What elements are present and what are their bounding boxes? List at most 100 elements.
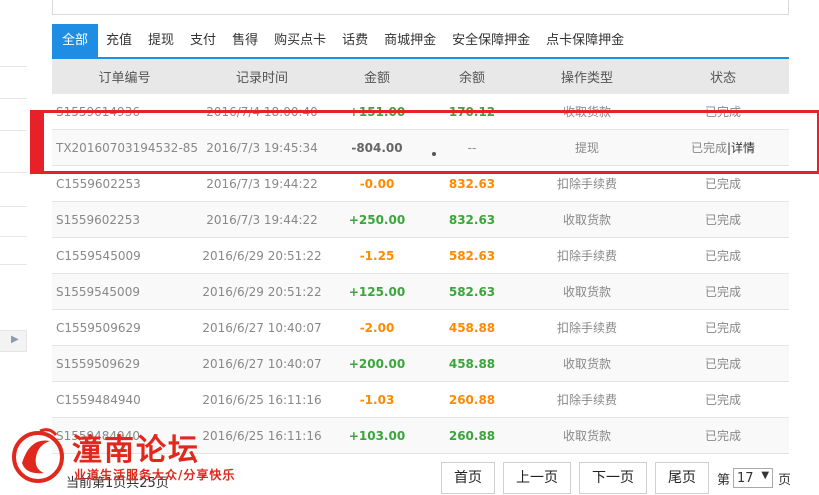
balance: 458.88 bbox=[448, 356, 496, 371]
amount: -0.00 bbox=[359, 176, 395, 191]
watermark-subtitle: 业道生活服务大众/分享快乐 bbox=[74, 468, 236, 482]
prev-page-button[interactable]: 上一页 bbox=[503, 462, 571, 494]
balance: 260.88 bbox=[448, 428, 496, 443]
pagination: 首页 上一页 下一页 尾页 第 17 ▼ 页 bbox=[441, 462, 794, 494]
transaction-table: 订单编号 记录时间 金额 余额 操作类型 状态 S1559614936 2016… bbox=[52, 59, 789, 454]
tab-withdraw[interactable]: 提现 bbox=[140, 24, 182, 57]
order-id: C1559509629 bbox=[56, 320, 141, 335]
table-row: S1559602253 2016/7/3 19:44:22 +250.00 83… bbox=[52, 202, 789, 238]
amount: -1.25 bbox=[359, 248, 395, 263]
order-id: TX20160703194532-85419 bbox=[56, 140, 197, 155]
operation-type: 收取货款 bbox=[562, 285, 611, 299]
sidebar-divider bbox=[0, 206, 27, 207]
tab-security-deposit[interactable]: 安全保障押金 bbox=[444, 24, 538, 57]
header-balance: 余额 bbox=[458, 71, 485, 86]
amount: +125.00 bbox=[348, 284, 406, 299]
next-page-button[interactable]: 下一页 bbox=[579, 462, 647, 494]
amount: -2.00 bbox=[359, 320, 395, 335]
operation-type: 扣除手续费 bbox=[556, 177, 617, 191]
page-select[interactable]: 17 ▼ bbox=[733, 468, 774, 488]
balance: 458.88 bbox=[448, 320, 496, 335]
record-time: 2016/7/3 19:44:22 bbox=[206, 212, 318, 227]
cursor-dot bbox=[432, 152, 436, 156]
record-time: 2016/6/27 10:40:07 bbox=[202, 356, 322, 371]
sidebar-divider bbox=[0, 172, 27, 173]
sidebar-divider bbox=[0, 66, 27, 67]
status: 已完成 bbox=[704, 177, 741, 191]
tab-mall-deposit[interactable]: 商城押金 bbox=[376, 24, 444, 57]
balance: 582.63 bbox=[448, 284, 496, 299]
status: 已完成 bbox=[704, 393, 741, 407]
header-status: 状态 bbox=[709, 71, 736, 86]
tab-all[interactable]: 全部 bbox=[52, 24, 99, 57]
header-type: 操作类型 bbox=[560, 71, 613, 86]
amount: -1.03 bbox=[359, 392, 395, 407]
balance: -- bbox=[467, 140, 477, 155]
first-page-button[interactable]: 首页 bbox=[441, 462, 495, 494]
chevron-down-icon: ▼ bbox=[761, 470, 770, 481]
amount: -804.00 bbox=[351, 140, 403, 155]
order-id: S1559602253 bbox=[56, 212, 140, 227]
operation-type: 提现 bbox=[574, 141, 599, 155]
table-row: S1559509629 2016/6/27 10:40:07 +200.00 4… bbox=[52, 346, 789, 382]
order-id: S1559545009 bbox=[56, 284, 140, 299]
forum-watermark: 潼南论坛 业道生活服务大众/分享快乐 bbox=[6, 423, 246, 493]
sidebar-divider bbox=[0, 98, 27, 99]
watermark-title: 潼南论坛 bbox=[72, 433, 200, 468]
order-id: C1559484940 bbox=[56, 392, 141, 407]
header-time: 记录时间 bbox=[235, 71, 288, 86]
record-time: 2016/6/29 20:51:22 bbox=[202, 248, 322, 263]
record-time: 2016/7/3 19:45:34 bbox=[206, 140, 318, 155]
status: 已完成 bbox=[704, 285, 741, 299]
last-page-button[interactable]: 尾页 bbox=[655, 462, 709, 494]
table-row: S1559545009 2016/6/29 20:51:22 +125.00 5… bbox=[52, 274, 789, 310]
table-header: 订单编号 记录时间 金额 余额 操作类型 状态 bbox=[52, 59, 789, 94]
status: 已完成 bbox=[704, 429, 741, 443]
balance: 832.63 bbox=[448, 176, 496, 191]
amount: +200.00 bbox=[348, 356, 406, 371]
table-row: C1559602253 2016/7/3 19:44:22 -0.00 832.… bbox=[52, 166, 789, 202]
tab-buy-card[interactable]: 购买点卡 bbox=[266, 24, 334, 57]
sidebar-divider bbox=[0, 130, 27, 131]
tab-pay[interactable]: 支付 bbox=[182, 24, 224, 57]
header-amount: 金额 bbox=[363, 71, 390, 86]
operation-type: 收取货款 bbox=[562, 105, 611, 119]
balance: 832.63 bbox=[448, 212, 496, 227]
order-id: C1559602253 bbox=[56, 176, 141, 191]
operation-type: 扣除手续费 bbox=[556, 249, 617, 263]
status-cell: 已完成|详情 bbox=[657, 139, 789, 156]
record-time: 2016/7/4 18:00:40 bbox=[206, 104, 318, 119]
top-panel bbox=[52, 0, 789, 15]
status: 已完成 bbox=[704, 321, 741, 335]
tab-card-deposit[interactable]: 点卡保障押金 bbox=[538, 24, 632, 57]
status: 已完成 bbox=[690, 141, 727, 155]
status: 已完成 bbox=[704, 105, 741, 119]
operation-type: 扣除手续费 bbox=[556, 393, 617, 407]
tab-recharge[interactable]: 充值 bbox=[98, 24, 140, 57]
order-id: S1559509629 bbox=[56, 356, 140, 371]
operation-type: 收取货款 bbox=[562, 213, 611, 227]
sidebar-toggle[interactable]: ▶ bbox=[0, 330, 27, 352]
detail-link[interactable]: |详情 bbox=[727, 141, 755, 155]
table-row: TX20160703194532-85419 2016/7/3 19:45:34… bbox=[52, 130, 789, 166]
record-time: 2016/6/25 16:11:16 bbox=[202, 392, 322, 407]
tab-sold[interactable]: 售得 bbox=[224, 24, 266, 57]
amount: +250.00 bbox=[348, 212, 406, 227]
sidebar-divider bbox=[0, 236, 27, 237]
sidebar-divider bbox=[0, 264, 27, 265]
tab-phone-bill[interactable]: 话费 bbox=[334, 24, 376, 57]
tab-bar: 全部 充值 提现 支付 售得 购买点卡 话费 商城押金 安全保障押金 点卡保障押… bbox=[52, 24, 632, 57]
record-time: 2016/6/27 10:40:07 bbox=[202, 320, 322, 335]
balance: 260.88 bbox=[448, 392, 496, 407]
table-row: C1559509629 2016/6/27 10:40:07 -2.00 458… bbox=[52, 310, 789, 346]
record-time: 2016/6/29 20:51:22 bbox=[202, 284, 322, 299]
table-row: S1559614936 2016/7/4 18:00:40 +151.00 17… bbox=[52, 94, 789, 130]
status: 已完成 bbox=[704, 213, 741, 227]
page-select-value: 17 bbox=[737, 470, 754, 486]
header-order: 订单编号 bbox=[98, 71, 151, 86]
chevron-right-icon: ▶ bbox=[11, 334, 19, 345]
order-id: S1559614936 bbox=[56, 104, 140, 119]
amount: +151.00 bbox=[348, 104, 406, 119]
record-time: 2016/7/3 19:44:22 bbox=[206, 176, 318, 191]
balance: 170.12 bbox=[448, 104, 496, 119]
